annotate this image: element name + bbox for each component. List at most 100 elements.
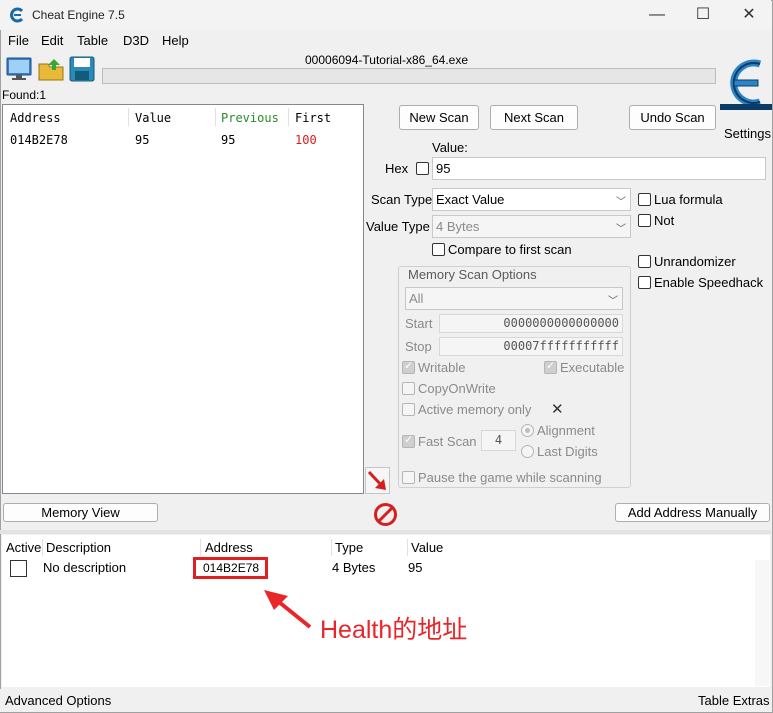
column-divider[interactable] bbox=[331, 539, 332, 556]
title-bar[interactable]: Cheat Engine 7.5 — ☐ ✕ bbox=[0, 0, 771, 30]
open-file-icon[interactable] bbox=[37, 55, 65, 83]
alignment-radio[interactable] bbox=[521, 424, 534, 437]
row-type: 4 Bytes bbox=[332, 560, 376, 575]
lua-formula-checkbox[interactable] bbox=[638, 193, 651, 206]
close-button[interactable]: ✕ bbox=[726, 0, 772, 30]
table-extras-link[interactable]: Table Extras bbox=[698, 693, 770, 708]
window-title: Cheat Engine 7.5 bbox=[32, 8, 125, 22]
column-divider[interactable] bbox=[288, 108, 289, 126]
scan-type-select[interactable]: Exact Value ﹀ bbox=[432, 188, 631, 211]
column-description[interactable]: Description bbox=[46, 540, 111, 555]
row-value: 95 bbox=[135, 133, 150, 147]
address-highlight-box bbox=[193, 557, 268, 579]
column-active[interactable]: Active bbox=[6, 540, 41, 555]
scan-type-label: Scan Type bbox=[371, 192, 433, 207]
executable-label: Executable bbox=[560, 360, 625, 375]
pause-game-checkbox[interactable] bbox=[402, 471, 415, 484]
menu-help[interactable]: Help bbox=[162, 33, 189, 48]
column-divider[interactable] bbox=[200, 539, 201, 556]
status-bar: Advanced Options Table Extras bbox=[0, 689, 771, 712]
column-address[interactable]: Address bbox=[205, 540, 253, 555]
row-previous: 95 bbox=[221, 133, 236, 147]
close-icon[interactable]: ✕ bbox=[551, 400, 564, 418]
lua-formula-label: Lua formula bbox=[654, 192, 723, 207]
next-scan-button[interactable]: Next Scan bbox=[490, 105, 578, 130]
memory-scan-options-title: Memory Scan Options bbox=[406, 267, 539, 282]
alignment-label: Alignment bbox=[537, 423, 595, 438]
advanced-options-link[interactable]: Advanced Options bbox=[5, 693, 111, 708]
speedhack-checkbox[interactable] bbox=[638, 276, 651, 289]
not-label: Not bbox=[654, 213, 675, 228]
unrandomizer-checkbox[interactable] bbox=[638, 255, 651, 268]
fast-scan-input[interactable]: 4 bbox=[481, 430, 516, 451]
process-name: 00006094-Tutorial-x86_64.exe bbox=[305, 53, 469, 67]
annotation-arrow-icon bbox=[264, 590, 312, 629]
hex-checkbox[interactable] bbox=[416, 162, 429, 175]
copy-on-write-checkbox[interactable] bbox=[402, 382, 415, 395]
column-divider[interactable] bbox=[215, 108, 216, 126]
menu-table[interactable]: Table bbox=[77, 33, 108, 48]
stop-address-input[interactable]: 00007fffffffffff bbox=[439, 337, 623, 356]
column-divider[interactable] bbox=[407, 539, 408, 556]
compare-first-label: Compare to first scan bbox=[448, 242, 572, 257]
fast-scan-label: Fast Scan bbox=[418, 434, 477, 449]
undo-scan-button[interactable]: Undo Scan bbox=[629, 105, 716, 130]
compare-first-checkbox[interactable] bbox=[432, 243, 445, 256]
found-results-list[interactable]: Address Value Previous First 014B2E78 95… bbox=[2, 104, 364, 494]
pause-game-label: Pause the game while scanning bbox=[418, 470, 602, 485]
column-type[interactable]: Type bbox=[335, 540, 363, 555]
vertical-scrollbar[interactable] bbox=[755, 560, 769, 686]
memory-view-button[interactable]: Memory View bbox=[3, 503, 158, 522]
not-checkbox[interactable] bbox=[638, 214, 651, 227]
splitter-handle[interactable] bbox=[0, 530, 771, 534]
value-type-label: Value Type bbox=[366, 219, 430, 234]
unrandomizer-label: Unrandomizer bbox=[654, 254, 736, 269]
menu-file[interactable]: File bbox=[8, 33, 29, 48]
last-digits-radio[interactable] bbox=[521, 445, 534, 458]
hex-label: Hex bbox=[385, 161, 409, 176]
annotation-text: Health的地址 bbox=[320, 616, 468, 644]
row-first: 100 bbox=[295, 133, 317, 147]
cheat-engine-logo[interactable] bbox=[720, 52, 772, 112]
new-scan-button[interactable]: New Scan bbox=[399, 105, 479, 130]
start-address-input[interactable]: 0000000000000000 bbox=[439, 314, 623, 333]
settings-label[interactable]: Settings bbox=[724, 126, 771, 141]
active-memory-checkbox[interactable] bbox=[402, 403, 415, 416]
active-memory-label: Active memory only bbox=[418, 402, 532, 417]
row-address: 014B2E78 bbox=[10, 133, 68, 147]
value-input[interactable]: 95 bbox=[432, 157, 766, 180]
stop-label: Stop bbox=[405, 339, 432, 354]
menu-edit[interactable]: Edit bbox=[41, 33, 63, 48]
minimize-button[interactable]: — bbox=[634, 0, 680, 30]
found-count: Found:1 bbox=[2, 88, 47, 102]
column-divider[interactable] bbox=[42, 539, 43, 556]
active-checkbox[interactable] bbox=[10, 560, 27, 577]
add-to-list-arrow-icon[interactable] bbox=[365, 467, 390, 494]
column-address[interactable]: Address bbox=[10, 111, 61, 125]
value-label: Value: bbox=[432, 140, 468, 155]
open-process-icon[interactable] bbox=[5, 55, 33, 83]
executable-checkbox[interactable] bbox=[544, 359, 557, 374]
stop-icon[interactable] bbox=[373, 502, 398, 527]
fast-scan-checkbox[interactable] bbox=[402, 433, 415, 448]
save-icon[interactable] bbox=[68, 55, 96, 83]
add-address-manually-button[interactable]: Add Address Manually bbox=[615, 503, 770, 522]
speedhack-label: Enable Speedhack bbox=[654, 275, 764, 290]
maximize-button[interactable]: ☐ bbox=[680, 0, 726, 30]
column-value[interactable]: Value bbox=[135, 111, 171, 125]
chevron-down-icon: ﹀ bbox=[608, 296, 618, 307]
column-value[interactable]: Value bbox=[411, 540, 443, 555]
memory-region-select[interactable]: All ﹀ bbox=[405, 287, 623, 310]
value-type-select[interactable]: 4 Bytes ﹀ bbox=[432, 215, 631, 238]
last-digits-label: Last Digits bbox=[537, 444, 598, 459]
chevron-down-icon: ﹀ bbox=[616, 224, 626, 235]
column-first[interactable]: First bbox=[295, 111, 331, 125]
row-value: 95 bbox=[408, 560, 423, 575]
column-divider[interactable] bbox=[128, 108, 129, 126]
menu-d3d[interactable]: D3D bbox=[123, 33, 149, 48]
row-description: No description bbox=[43, 560, 127, 575]
cheat-engine-app-icon bbox=[10, 7, 24, 23]
column-previous[interactable]: Previous bbox=[221, 111, 279, 125]
writable-checkbox[interactable] bbox=[402, 359, 415, 374]
found-list-header: Address Value Previous First bbox=[3, 105, 363, 129]
